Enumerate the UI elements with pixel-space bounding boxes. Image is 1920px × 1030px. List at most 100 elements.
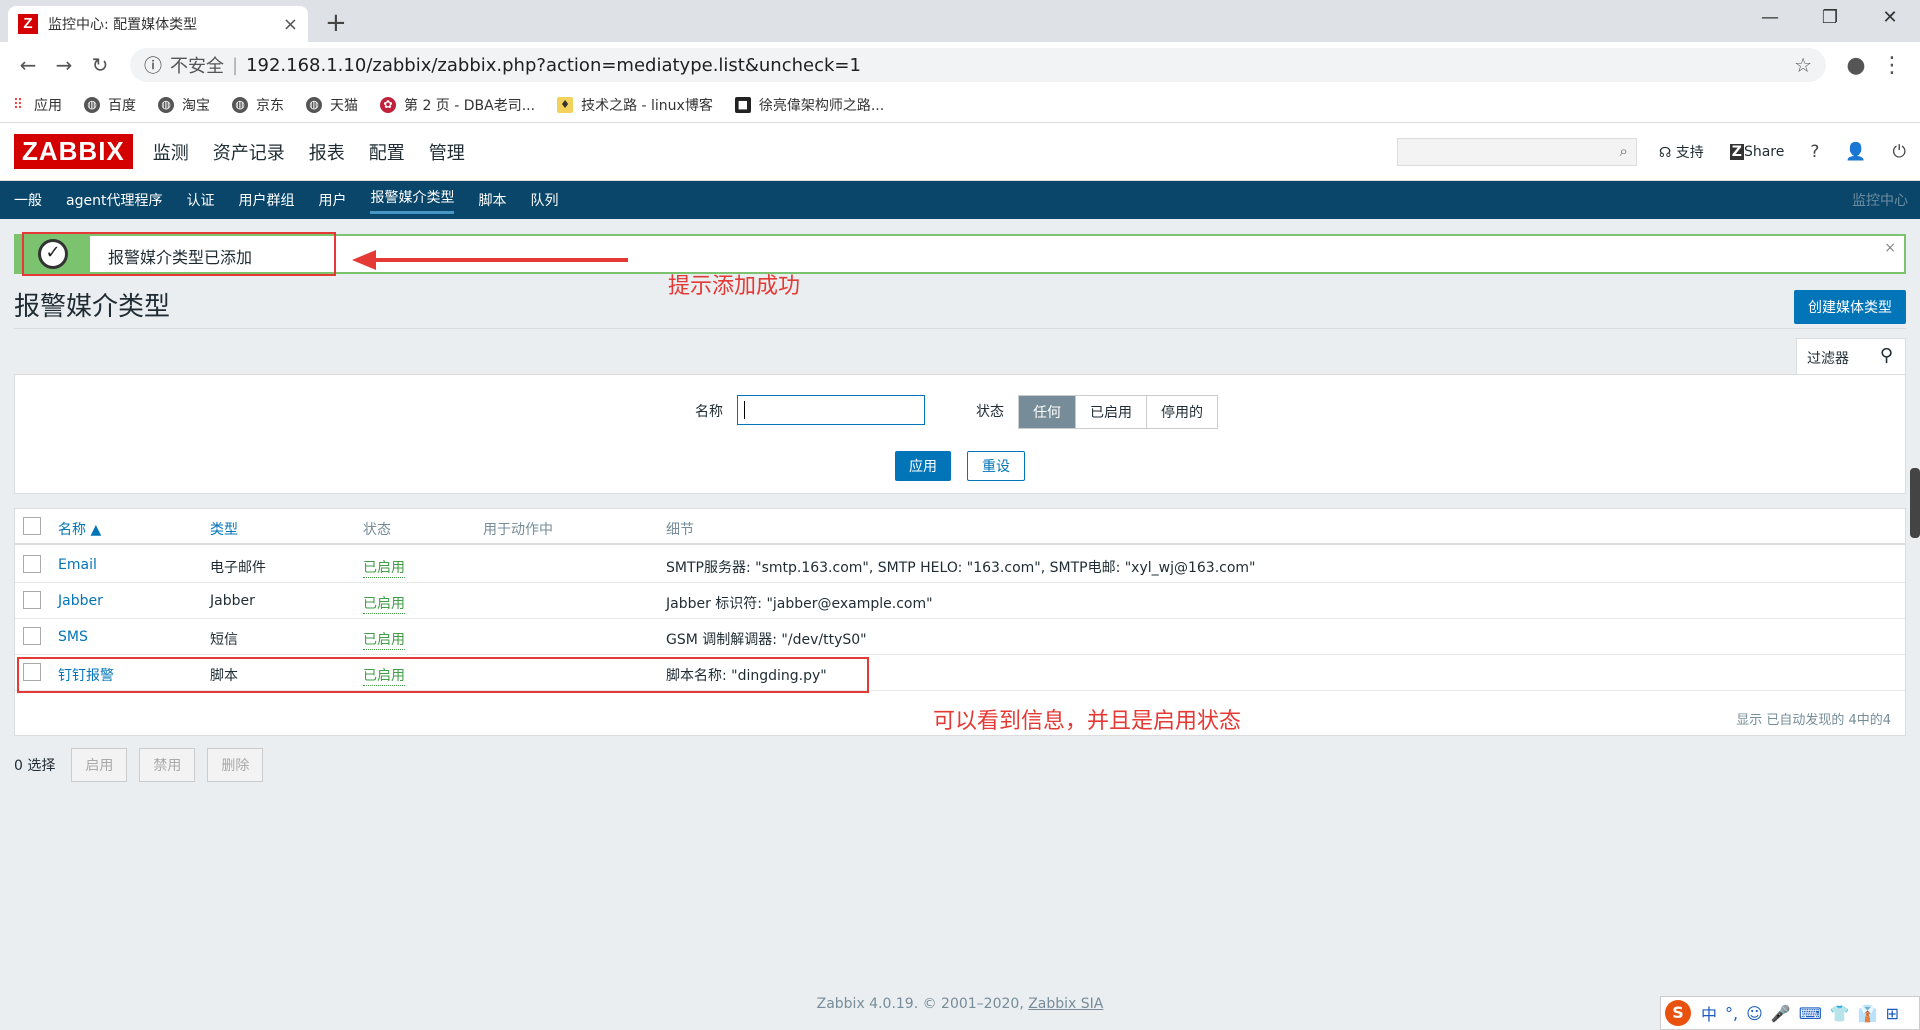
url-text[interactable]: 192.168.1.10/zabbix/zabbix.php?action=me…: [246, 55, 1794, 76]
row-checkbox[interactable]: [23, 627, 41, 645]
ime-skin-icon[interactable]: 👕: [1830, 1004, 1850, 1023]
filter-tab[interactable]: 过滤器 ⚲: [1796, 338, 1906, 374]
media-name-link[interactable]: Email: [58, 557, 97, 573]
bookmark-architect[interactable]: ■ 徐亮偉架构师之路...: [734, 95, 884, 115]
ime-toolbar: S 中 °, ☺ 🎤 ⌨ 👕 👔 ⊞: [1660, 996, 1920, 1030]
header-name[interactable]: 名称 ▲: [58, 519, 101, 539]
bookmark-tech[interactable]: ♦ 技术之路 - linux博客: [557, 95, 713, 115]
media-details: GSM 调制解调器: "/dev/ttyS0": [666, 632, 867, 648]
menu-icon[interactable]: ⋮: [1874, 53, 1910, 78]
annotation-arrowhead: [352, 250, 376, 270]
ime-voice-icon[interactable]: 🎤: [1771, 1004, 1791, 1023]
submenu-scripts[interactable]: 脚本: [478, 190, 506, 210]
bookmark-apps[interactable]: ⠿ 应用: [10, 95, 62, 115]
logout-icon[interactable]: ⏻: [1893, 142, 1906, 162]
annotation-box-message: [22, 232, 336, 276]
menu-administration[interactable]: 管理: [429, 139, 465, 165]
zabbix-favicon-icon: Z: [18, 14, 38, 34]
back-icon[interactable]: ←: [10, 53, 46, 77]
new-tab-icon[interactable]: +: [325, 8, 347, 38]
title-divider: [14, 328, 1906, 329]
close-window-icon[interactable]: ✕: [1860, 0, 1920, 36]
close-tab-icon[interactable]: ×: [283, 14, 298, 35]
ime-emoji-icon[interactable]: ☺: [1746, 1004, 1763, 1023]
media-details: Jabber 标识符: "jabber@example.com": [666, 596, 933, 612]
status-toggle[interactable]: 已启用: [363, 629, 405, 650]
search-icon[interactable]: ⌕: [1619, 142, 1627, 160]
close-message-icon[interactable]: ×: [1884, 240, 1896, 256]
submenu-proxies[interactable]: agent代理程序: [66, 190, 162, 210]
tab-title: 监控中心: 配置媒体类型: [48, 17, 198, 33]
bookmark-baidu[interactable]: ◍ 百度: [84, 95, 136, 115]
account-icon[interactable]: ●: [1838, 53, 1874, 78]
reload-icon[interactable]: ↻: [82, 53, 118, 77]
filter-icon: ⚲: [1879, 345, 1893, 366]
ime-keyboard-icon[interactable]: ⌨: [1799, 1004, 1822, 1023]
bookmark-star-icon[interactable]: ☆: [1794, 53, 1812, 77]
ime-tool-icon[interactable]: 👔: [1858, 1004, 1878, 1023]
ime-chinese-icon[interactable]: 中: [1701, 1001, 1717, 1025]
forward-icon[interactable]: →: [46, 53, 82, 77]
select-all-checkbox[interactable]: [23, 517, 41, 535]
menu-inventory[interactable]: 资产记录: [213, 139, 285, 165]
submenu-authentication[interactable]: 认证: [186, 190, 214, 210]
media-type: 短信: [210, 632, 238, 648]
table-row: SMS 短信 已启用 GSM 调制解调器: "/dev/ttyS0": [15, 619, 1905, 655]
media-type: Jabber: [210, 593, 255, 609]
submenu-media-types[interactable]: 报警媒介类型: [370, 187, 455, 214]
support-link[interactable]: ☊ 支持: [1659, 142, 1704, 162]
share-icon: Z: [1729, 143, 1744, 160]
apply-button[interactable]: 应用: [895, 451, 951, 481]
menu-configuration[interactable]: 配置: [369, 139, 405, 165]
name-filter-input[interactable]: [737, 395, 925, 425]
share-link[interactable]: Z Share: [1729, 143, 1784, 160]
zabbix-sia-link[interactable]: Zabbix SIA: [1028, 996, 1103, 1012]
global-search-input[interactable]: ⌕: [1396, 137, 1637, 166]
submenu-users[interactable]: 用户: [318, 190, 346, 210]
status-segment: 任何 已启用 停用的: [1018, 395, 1218, 429]
bookmark-taobao[interactable]: ◍ 淘宝: [158, 95, 210, 115]
help-icon[interactable]: ?: [1810, 142, 1819, 162]
bulk-actions: 0 选择 启用 禁用 删除: [14, 748, 264, 782]
window-controls: — ❐ ✕: [1740, 0, 1920, 36]
info-icon[interactable]: ⓘ: [144, 52, 162, 78]
disable-button[interactable]: 禁用: [139, 748, 196, 782]
minimize-icon[interactable]: —: [1740, 0, 1800, 36]
delete-button[interactable]: 删除: [207, 748, 264, 782]
enable-button[interactable]: 启用: [71, 748, 128, 782]
globe-icon: ◍: [306, 97, 322, 113]
bookmark-tmall[interactable]: ◍ 天猫: [306, 95, 358, 115]
media-name-link[interactable]: SMS: [58, 629, 88, 645]
ime-grid-icon[interactable]: ⊞: [1886, 1004, 1899, 1023]
status-toggle[interactable]: 已启用: [363, 593, 405, 614]
submenu-queue[interactable]: 队列: [530, 190, 558, 210]
zabbix-logo[interactable]: ZABBIX: [14, 134, 133, 169]
insecure-label: 不安全: [170, 56, 224, 77]
restore-icon[interactable]: ❐: [1800, 0, 1860, 36]
scrollbar-thumb[interactable]: [1910, 468, 1920, 538]
header-type[interactable]: 类型: [210, 519, 238, 539]
media-name-link[interactable]: Jabber: [58, 593, 103, 609]
filter-panel: 名称 状态 任何 已启用 停用的 应用 重设: [14, 374, 1906, 494]
bulb-icon: ♦: [557, 97, 574, 113]
status-any-option[interactable]: 任何: [1019, 396, 1076, 428]
reset-button[interactable]: 重设: [967, 451, 1025, 481]
row-checkbox[interactable]: [23, 591, 41, 609]
menu-monitoring[interactable]: 监测: [153, 139, 189, 165]
browser-tab[interactable]: Z 监控中心: 配置媒体类型 ×: [8, 6, 308, 42]
bookmark-jd[interactable]: ◍ 京东: [232, 95, 284, 115]
status-enabled-option[interactable]: 已启用: [1076, 396, 1147, 428]
ime-punct-icon[interactable]: °,: [1725, 1004, 1738, 1023]
status-toggle[interactable]: 已启用: [363, 557, 405, 578]
bookmark-dba[interactable]: ✿ 第 2 页 - DBA老司...: [380, 95, 535, 115]
submenu-general[interactable]: 一般: [14, 190, 42, 210]
submenu-user-groups[interactable]: 用户群组: [238, 190, 294, 210]
user-profile-icon[interactable]: 👤: [1845, 142, 1866, 162]
row-checkbox[interactable]: [23, 555, 41, 573]
status-disabled-option[interactable]: 停用的: [1147, 396, 1217, 428]
menu-reports[interactable]: 报表: [309, 139, 345, 165]
create-media-type-button[interactable]: 创建媒体类型: [1794, 290, 1906, 324]
url-field[interactable]: ⓘ 不安全 | 192.168.1.10/zabbix/zabbix.php?a…: [130, 48, 1826, 82]
selected-count: 0 选择: [14, 758, 56, 774]
sogou-logo-icon[interactable]: S: [1665, 1000, 1691, 1026]
